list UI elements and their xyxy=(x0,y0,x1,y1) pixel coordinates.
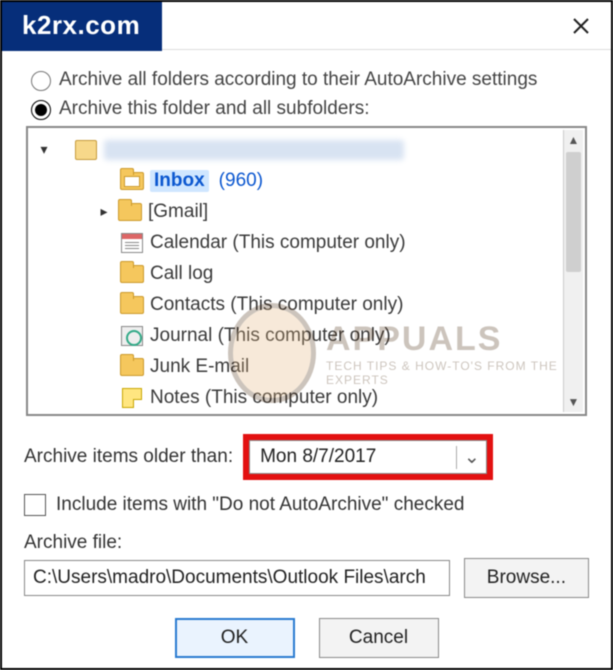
radio-archive-this-label: Archive this folder and all subfolders: xyxy=(59,98,370,120)
calendar-icon xyxy=(120,233,144,253)
journal-icon xyxy=(120,326,144,346)
tree-item-junk[interactable]: Junk E-mail xyxy=(36,351,561,382)
older-than-label: Archive items older than: xyxy=(24,446,233,468)
tree-item-label: Junk E-mail xyxy=(150,356,249,378)
folder-icon xyxy=(118,202,142,222)
radio-archive-this[interactable]: Archive this folder and all subfolders: xyxy=(26,97,597,120)
archive-file-value: C:\Users\madro\Documents\Outlook Files\a… xyxy=(33,567,426,589)
scroll-thumb[interactable] xyxy=(566,152,581,272)
date-highlight-box: Mon 8/7/2017 ⌄ xyxy=(243,434,493,480)
radio-archive-all[interactable]: Archive all folders according to their A… xyxy=(26,68,597,91)
tree-item-contacts[interactable]: Contacts (This computer only) xyxy=(36,289,561,320)
older-than-value: Mon 8/7/2017 xyxy=(250,446,456,468)
chevron-right-icon[interactable]: ▸ xyxy=(96,203,112,220)
browse-button[interactable]: Browse... xyxy=(464,558,589,598)
chevron-down-icon[interactable]: ⌄ xyxy=(456,446,486,469)
folder-icon xyxy=(120,264,144,284)
folder-tree[interactable]: ▾ Inbox (960) ▸ [Gmail] xyxy=(26,126,587,416)
archive-file-input[interactable]: C:\Users\madro\Documents\Outlook Files\a… xyxy=(24,560,450,596)
tree-item-label: Call log xyxy=(150,263,213,285)
tree-item-journal[interactable]: Journal (This computer only) xyxy=(36,320,561,351)
tree-item-label: Contacts (This computer only) xyxy=(150,294,403,316)
scroll-down-icon[interactable]: ▼ xyxy=(564,392,583,412)
archive-file-label: Archive file: xyxy=(24,532,589,554)
tree-item-count: (960) xyxy=(219,170,263,192)
folder-icon xyxy=(120,295,144,315)
tree-item-calendar[interactable]: Calendar (This computer only) xyxy=(36,227,561,258)
tree-item-inbox[interactable]: Inbox (960) xyxy=(36,165,561,196)
folder-icon xyxy=(120,357,144,377)
note-icon xyxy=(120,388,144,408)
tree-item-label: Calendar (This computer only) xyxy=(150,232,406,254)
tree-item-label: [Gmail] xyxy=(148,201,208,223)
include-checkbox-label: Include items with "Do not AutoArchive" … xyxy=(56,494,464,516)
tree-scrollbar[interactable]: ▲ ▼ xyxy=(563,130,583,412)
tree-item-label: Notes (This computer only) xyxy=(150,387,378,409)
tree-item-label: Journal (This computer only) xyxy=(150,325,391,347)
cancel-button[interactable]: Cancel xyxy=(319,618,439,658)
chevron-down-icon[interactable]: ▾ xyxy=(36,141,52,158)
tree-item-calllog[interactable]: Call log xyxy=(36,258,561,289)
tree-item-notes[interactable]: Notes (This computer only) xyxy=(36,382,561,412)
site-watermark: k2rx.com xyxy=(2,2,162,51)
scroll-up-icon[interactable]: ▲ xyxy=(564,130,583,150)
account-name-redacted xyxy=(104,140,404,160)
radio-archive-all-label: Archive all folders according to their A… xyxy=(59,69,537,91)
tree-item-gmail[interactable]: ▸ [Gmail] xyxy=(36,196,561,227)
tree-item-label: Inbox xyxy=(150,170,209,192)
older-than-date-picker[interactable]: Mon 8/7/2017 ⌄ xyxy=(249,440,487,474)
ok-button[interactable]: OK xyxy=(175,618,295,658)
include-checkbox[interactable] xyxy=(24,494,46,516)
inbox-icon xyxy=(120,171,144,191)
close-icon[interactable] xyxy=(561,8,601,44)
tree-root-row[interactable]: ▾ xyxy=(36,134,561,165)
account-icon xyxy=(74,140,98,160)
